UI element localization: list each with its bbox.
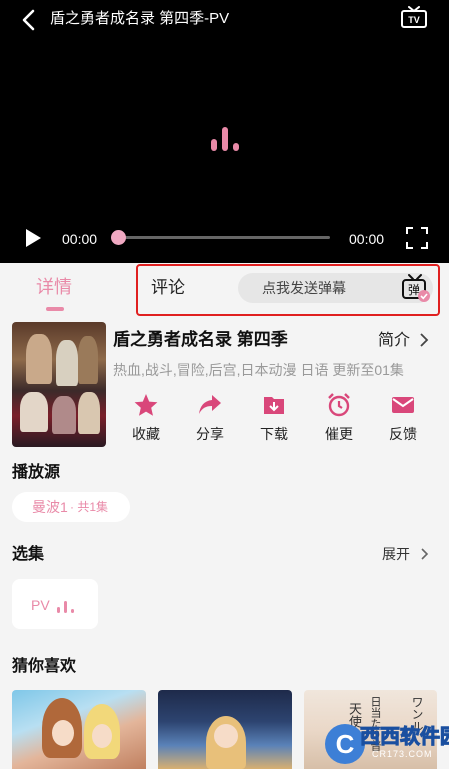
episodes-title: 选集	[12, 546, 45, 563]
total-time: 00:00	[349, 231, 385, 247]
watermark-logo: C	[325, 724, 365, 764]
anime-tags: 热血,战斗,冒险,后宫,日本动漫 日语 更新至01集	[113, 362, 404, 378]
source-name[interactable]: 曼波1	[32, 499, 68, 515]
urge-update-button[interactable]: 催更	[317, 392, 361, 442]
loading-bars-icon	[211, 127, 239, 151]
progress-thumb[interactable]	[111, 230, 126, 245]
recommend-item[interactable]	[158, 690, 292, 769]
share-icon	[199, 395, 221, 414]
tab-comment[interactable]: 评论	[151, 277, 185, 299]
svg-text:TV: TV	[408, 15, 420, 25]
anime-poster[interactable]	[12, 322, 106, 447]
intro-link[interactable]: 简介	[378, 331, 410, 351]
favorite-button[interactable]: 收藏	[124, 392, 168, 442]
sources-title: 播放源	[12, 464, 61, 481]
urge-update-label: 催更	[325, 426, 353, 442]
star-icon	[134, 394, 158, 416]
playing-bars-icon	[57, 601, 74, 613]
favorite-label: 收藏	[132, 426, 160, 442]
chevron-right-icon[interactable]	[418, 332, 430, 348]
fullscreen-icon[interactable]	[406, 227, 428, 249]
back-arrow-icon[interactable]	[18, 8, 42, 32]
play-icon[interactable]	[22, 228, 44, 248]
alarm-clock-icon	[328, 393, 350, 417]
tv-cast-icon[interactable]: TV	[399, 6, 429, 32]
feedback-label: 反馈	[389, 426, 417, 442]
chevron-right-icon[interactable]	[420, 547, 430, 561]
download-icon	[264, 397, 284, 414]
episode-label[interactable]: PV	[31, 597, 50, 613]
video-title: 盾之勇者成名录 第四季-PV	[50, 10, 230, 27]
watermark-text: 西西软件园	[360, 726, 449, 749]
download-label: 下载	[260, 426, 288, 442]
recommend-title: 猜你喜欢	[12, 658, 77, 675]
watermark-url: CR173.COM	[372, 749, 433, 759]
feedback-button[interactable]: 反馈	[381, 392, 425, 442]
share-button[interactable]: 分享	[188, 392, 232, 442]
progress-track[interactable]	[117, 236, 330, 239]
source-count[interactable]: · 共1集	[70, 500, 108, 514]
tab-detail[interactable]: 详情	[36, 276, 72, 298]
video-player[interactable]: 盾之勇者成名录 第四季-PV TV 00:00 00:00	[0, 0, 449, 263]
share-label: 分享	[196, 426, 224, 442]
download-button[interactable]: 下载	[252, 392, 296, 442]
danmaku-placeholder[interactable]: 点我发送弹幕	[262, 280, 346, 296]
expand-link[interactable]: 展开	[382, 545, 410, 563]
mail-icon	[392, 397, 414, 413]
recommend-item[interactable]	[12, 690, 146, 769]
current-time: 00:00	[62, 231, 98, 247]
anime-title: 盾之勇者成名录 第四季	[113, 330, 288, 349]
danmaku-toggle-icon[interactable]: 弹	[400, 273, 430, 303]
tab-active-indicator	[46, 307, 64, 311]
